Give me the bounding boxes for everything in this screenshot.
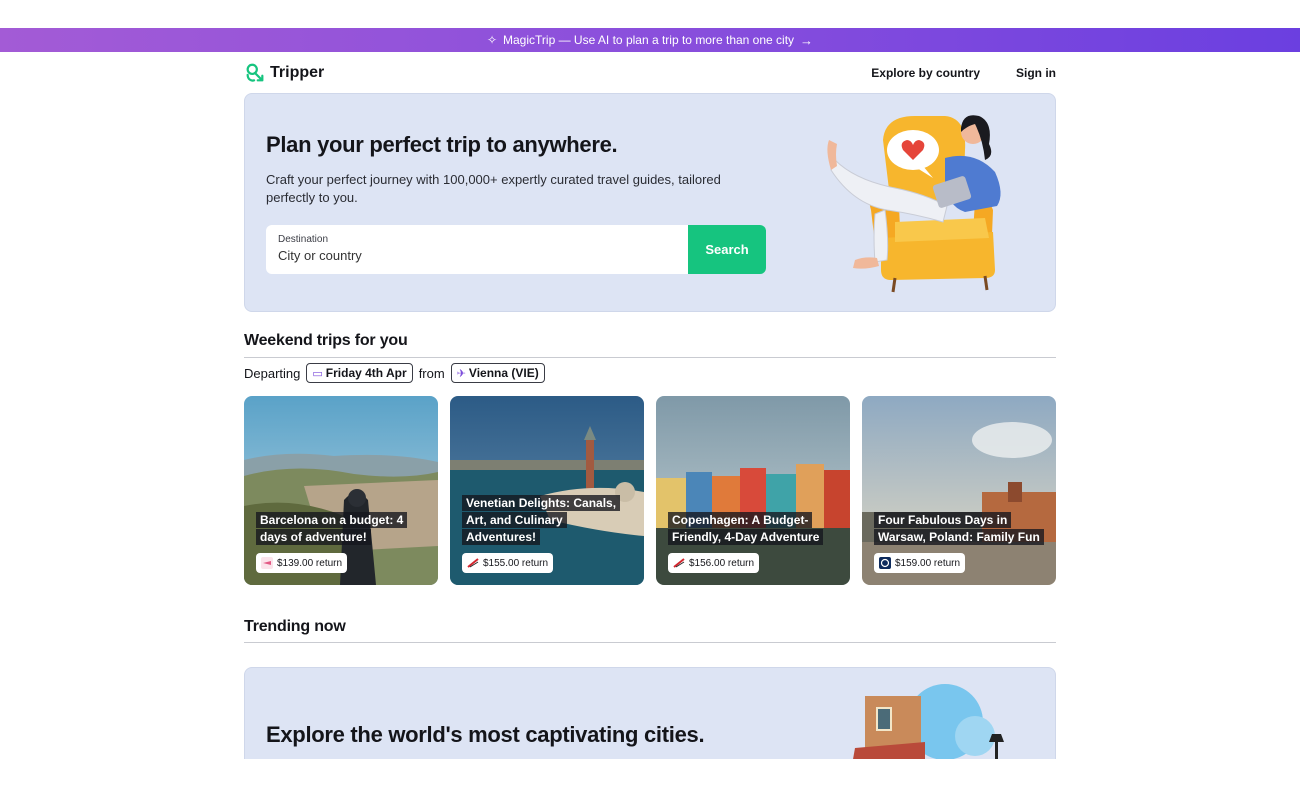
trip-filters: Departing ▭ Friday 4th Apr from ✈ Vienna…	[244, 362, 1056, 384]
trip-card-title: Barcelona on a budget: 4 days of adventu…	[256, 512, 430, 546]
weekend-trips-title: Weekend trips for you	[244, 332, 408, 349]
section-divider	[244, 642, 1056, 643]
calendar-icon: ▭	[312, 367, 323, 380]
trending-title: Trending now	[244, 618, 346, 635]
trip-card-price: $139.00 return	[256, 553, 348, 573]
arrow-right-icon: →	[800, 32, 814, 48]
origin-airport: Vienna (VIE)	[468, 366, 539, 380]
destination-label: Destination	[278, 234, 329, 245]
tripper-logo-icon	[246, 63, 264, 82]
plane-icon: ✈	[456, 367, 466, 380]
nav-explore-by-country[interactable]: Explore by country	[871, 66, 980, 80]
trip-card-copenhagen[interactable]: Copenhagen: A Budget-Friendly, 4-Day Adv…	[656, 396, 850, 585]
section-divider	[244, 357, 1056, 358]
destination-search: Destination Search	[266, 225, 766, 274]
brand-logo[interactable]: Tripper	[244, 62, 324, 84]
hero-title: Plan your perfect trip to anywhere.	[266, 132, 618, 157]
destination-input[interactable]	[278, 248, 676, 263]
trip-card-price: $156.00 return	[668, 553, 760, 573]
promo-banner[interactable]: ✧ MagicTrip — Use AI to plan a trip to m…	[0, 28, 1300, 52]
weekend-trips-heading: Weekend trips for you	[244, 332, 1056, 350]
trending-banner-title: Explore the world's most captivating cit…	[266, 722, 705, 747]
trip-card-price: $155.00 return	[462, 553, 554, 573]
airline-logo-icon	[879, 557, 891, 569]
weekend-trip-cards: Barcelona on a budget: 4 days of adventu…	[244, 396, 1056, 585]
search-button[interactable]: Search	[688, 225, 766, 274]
top-nav: Tripper Explore by country Sign in	[244, 60, 1056, 86]
city-illustration	[853, 684, 1004, 759]
brand-name: Tripper	[270, 64, 325, 81]
airline-logo-icon	[673, 558, 685, 568]
trip-card-venice[interactable]: Venetian Delights: Canals, Art, and Culi…	[450, 396, 644, 585]
hero-section: Plan your perfect trip to anywhere. Craf…	[244, 93, 1056, 312]
origin-airport-chip[interactable]: ✈ Vienna (VIE)	[450, 363, 545, 383]
hero-subtitle: Craft your perfect journey with 100,000+…	[266, 172, 721, 205]
nav-links: Explore by country Sign in	[871, 66, 1056, 80]
date-picker-chip[interactable]: ▭ Friday 4th Apr	[306, 363, 413, 383]
nav-sign-in[interactable]: Sign in	[1016, 66, 1056, 80]
trip-card-warsaw[interactable]: Four Fabulous Days in Warsaw, Poland: Fa…	[862, 396, 1056, 585]
airline-logo-icon	[467, 558, 479, 568]
trip-card-price: $159.00 return	[874, 553, 966, 573]
promo-text: MagicTrip — Use AI to plan a trip to mor…	[503, 33, 795, 47]
from-label: from	[418, 365, 445, 381]
trending-heading: Trending now	[244, 618, 1056, 636]
trip-card-title: Copenhagen: A Budget-Friendly, 4-Day Adv…	[668, 512, 842, 546]
page-viewport: ✧ MagicTrip — Use AI to plan a trip to m…	[0, 28, 1300, 759]
woman-in-armchair-illustration	[827, 115, 1001, 293]
airline-logo-icon	[261, 557, 273, 569]
sparkle-icon: ✧	[486, 33, 498, 47]
trip-card-title: Four Fabulous Days in Warsaw, Poland: Fa…	[874, 512, 1048, 546]
destination-field[interactable]: Destination	[266, 225, 688, 274]
trending-banner: Explore the world's most captivating cit…	[244, 667, 1056, 759]
departing-label: Departing	[244, 365, 301, 381]
trip-card-title: Venetian Delights: Canals, Art, and Culi…	[462, 495, 636, 546]
departure-date: Friday 4th Apr	[325, 366, 407, 380]
trip-card-barcelona[interactable]: Barcelona on a budget: 4 days of adventu…	[244, 396, 438, 585]
